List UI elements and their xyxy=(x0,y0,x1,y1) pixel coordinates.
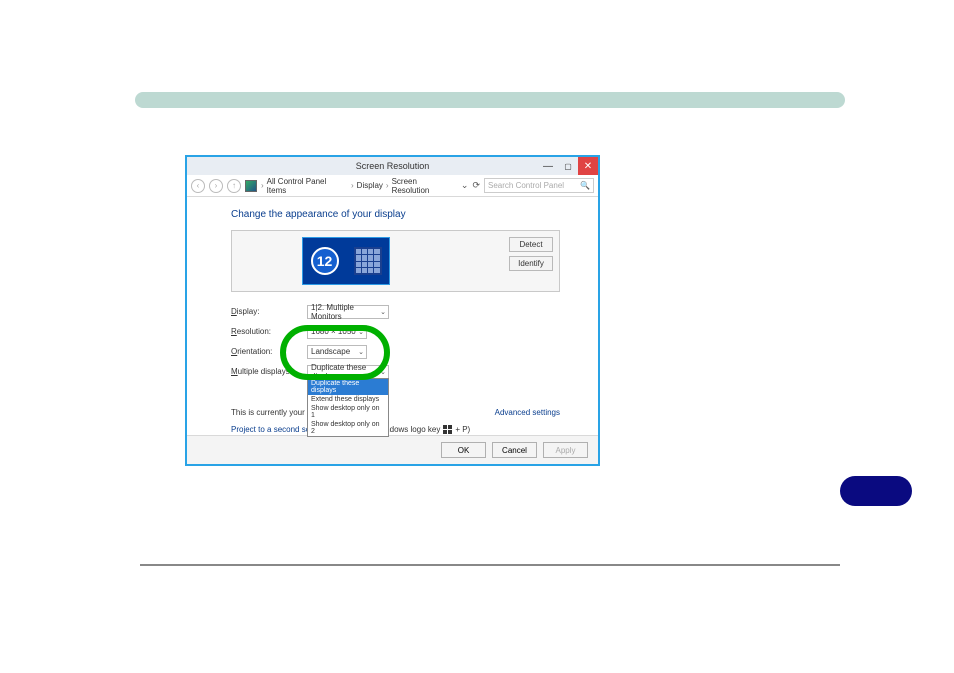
breadcrumb-item[interactable]: Display xyxy=(357,181,383,190)
multiple-displays-select[interactable]: Duplicate these displays ⌄ xyxy=(307,365,389,379)
breadcrumb[interactable]: › All Control Panel Items › Display › Sc… xyxy=(261,177,457,195)
orientation-value: Landscape xyxy=(311,347,350,356)
advanced-settings-link[interactable]: Advanced settings xyxy=(495,408,560,417)
screen-resolution-window: Screen Resolution — ▢ ✕ ‹ › ↑ › All Cont… xyxy=(185,155,600,466)
decorative-pill xyxy=(840,476,912,506)
orientation-label: Orientation: xyxy=(231,347,307,356)
display-preview: 12 Detect Identify xyxy=(231,230,560,292)
control-panel-icon xyxy=(245,180,257,192)
window-titlebar: Screen Resolution — ▢ ✕ xyxy=(187,157,598,175)
minimize-button[interactable]: — xyxy=(538,157,558,175)
monitor-number-badge: 12 xyxy=(311,247,339,275)
dialog-button-bar: OK Cancel Apply xyxy=(187,435,598,464)
maximize-button[interactable]: ▢ xyxy=(558,157,578,175)
monitor-grid-icon xyxy=(354,247,382,275)
windows-key-icon xyxy=(443,425,452,434)
forward-button[interactable]: › xyxy=(209,179,223,193)
page-heading: Change the appearance of your display xyxy=(231,209,560,220)
display-value: 1|2. Multiple Monitors xyxy=(311,303,385,321)
chevron-down-icon: ⌄ xyxy=(380,308,386,316)
breadcrumb-item[interactable]: All Control Panel Items xyxy=(267,177,348,195)
search-input[interactable]: Search Control Panel 🔍 xyxy=(484,178,594,193)
multiple-displays-dropdown[interactable]: Duplicate these displays Extend these di… xyxy=(307,378,389,437)
chevron-down-icon: ⌄ xyxy=(358,328,364,336)
apply-button[interactable]: Apply xyxy=(543,442,588,458)
orientation-select[interactable]: Landscape ⌄ xyxy=(307,345,367,359)
ok-button[interactable]: OK xyxy=(441,442,486,458)
project-hint-text-b: + P) xyxy=(455,425,470,434)
dropdown-option[interactable]: Show desktop only on 2 xyxy=(308,420,388,436)
identify-button[interactable]: Identify xyxy=(509,256,553,271)
chevron-right-icon: › xyxy=(386,181,389,190)
decorative-rule xyxy=(140,564,840,566)
decorative-header-bar xyxy=(135,92,845,108)
chevron-right-icon: › xyxy=(261,181,264,190)
dropdown-option[interactable]: Show desktop only on 1 xyxy=(308,404,388,420)
close-button[interactable]: ✕ xyxy=(578,157,598,175)
back-button[interactable]: ‹ xyxy=(191,179,205,193)
navigation-toolbar: ‹ › ↑ › All Control Panel Items › Displa… xyxy=(187,175,598,197)
dropdown-chevron-icon[interactable]: ⌄ xyxy=(461,180,469,191)
detect-button[interactable]: Detect xyxy=(509,237,553,252)
resolution-label: Resolution: xyxy=(231,327,307,336)
chevron-right-icon: › xyxy=(351,181,354,190)
dropdown-option[interactable]: Extend these displays xyxy=(308,395,388,404)
resolution-select[interactable]: 1680 × 1050 ⌄ xyxy=(307,325,367,339)
chevron-down-icon: ⌄ xyxy=(358,348,364,356)
window-title: Screen Resolution xyxy=(356,161,430,171)
monitor-thumbnail[interactable]: 12 xyxy=(302,237,390,285)
refresh-icon[interactable]: ⟳ xyxy=(472,180,480,191)
up-button[interactable]: ↑ xyxy=(227,179,241,193)
cancel-button[interactable]: Cancel xyxy=(492,442,537,458)
search-placeholder: Search Control Panel xyxy=(488,181,564,190)
dropdown-option[interactable]: Duplicate these displays xyxy=(308,379,388,395)
breadcrumb-item[interactable]: Screen Resolution xyxy=(392,177,457,195)
display-select[interactable]: 1|2. Multiple Monitors ⌄ xyxy=(307,305,389,319)
chevron-down-icon: ⌄ xyxy=(380,368,386,376)
resolution-value: 1680 × 1050 xyxy=(311,327,356,336)
display-label: DDisplay:isplay: xyxy=(231,307,307,316)
search-icon: 🔍 xyxy=(580,181,590,190)
multiple-displays-label: Multiple displays: xyxy=(231,367,307,376)
